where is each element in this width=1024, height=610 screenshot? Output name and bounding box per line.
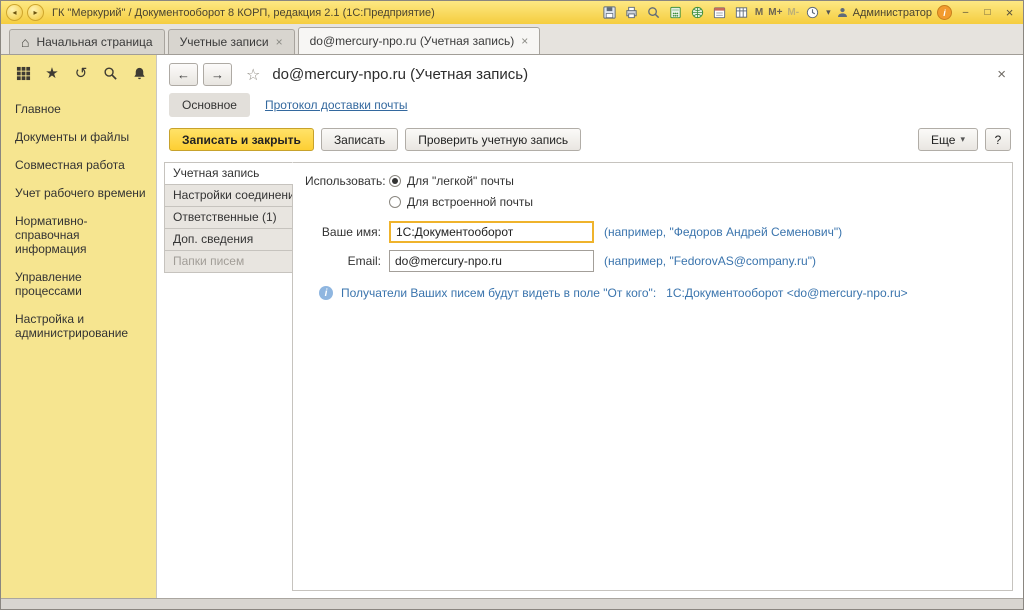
sidebar-toolbar: ★ ↺: [1, 55, 156, 91]
name-input[interactable]: [389, 221, 594, 243]
sidebar-item-collaboration[interactable]: Совместная работа: [15, 151, 146, 179]
memory-plus-button[interactable]: M+: [768, 7, 782, 18]
current-user-name: Администратор: [853, 7, 932, 19]
close-tab-icon[interactable]: ×: [276, 36, 283, 48]
save-button[interactable]: Записать: [321, 128, 398, 151]
save-icon[interactable]: [601, 4, 618, 21]
favorite-star-icon[interactable]: ☆: [246, 65, 260, 85]
sidebar-item-process-management[interactable]: Управление процессами: [15, 263, 146, 305]
chevron-down-icon: ▾: [960, 134, 965, 145]
tab-label: Начальная страница: [36, 35, 152, 49]
history-icon[interactable]: ↺: [72, 64, 90, 82]
title-bar: ◂ ▸ ГК "Меркурий" / Документооборот 8 КО…: [1, 1, 1023, 25]
check-account-button[interactable]: Проверить учетную запись: [405, 128, 581, 151]
close-window-button[interactable]: ×: [1001, 5, 1018, 20]
email-row: Email: (например, "FedorovAS@company.ru"…: [305, 250, 1000, 272]
status-bar: [1, 598, 1023, 609]
more-label: Еще: [931, 133, 955, 147]
radio-builtin-mail[interactable]: Для встроенной почты: [389, 195, 533, 209]
info-row: i Получатели Ваших писем будут видеть в …: [319, 286, 1000, 300]
memory-m-button[interactable]: M: [755, 7, 763, 18]
radio-label: Для "легкой" почты: [407, 174, 514, 188]
maximize-button[interactable]: □: [979, 5, 996, 20]
use-label: Использовать:: [305, 174, 381, 188]
info-text: Получатели Ваших писем будут видеть в по…: [341, 286, 656, 300]
memory-minus-button[interactable]: M-: [787, 7, 799, 18]
search-icon[interactable]: [101, 64, 119, 82]
sidebar-item-administration[interactable]: Настройка и администрирование: [15, 305, 146, 347]
link-mail-delivery-log[interactable]: Протокол доставки почты: [265, 98, 408, 112]
tab-label: Учетные записи: [180, 35, 269, 49]
titlebar-toolbar: M M+ M- ▾ Администратор i – □ ×: [601, 4, 1018, 21]
section-additional-info[interactable]: Доп. сведения: [164, 228, 293, 251]
use-row: Использовать: Для "легкой" почты Для вст…: [305, 174, 1000, 209]
form-tabs: Основное Протокол доставки почты: [157, 90, 1023, 124]
section-mail-folders: Папки писем: [164, 250, 293, 273]
use-options: Для "легкой" почты Для встроенной почты: [389, 174, 533, 209]
sidebar-item-main[interactable]: Главное: [15, 95, 146, 123]
email-hint: (например, "FedorovAS@company.ru"): [604, 254, 816, 268]
radio-icon: [389, 175, 401, 187]
minimize-button[interactable]: –: [957, 5, 974, 20]
sidebar-item-timekeeping[interactable]: Учет рабочего времени: [15, 179, 146, 207]
radio-light-mail[interactable]: Для "легкой" почты: [389, 174, 533, 188]
info-value: 1С:Документооборот <do@mercury-npo.ru>: [666, 286, 907, 300]
sidebar: ★ ↺ Главное Документы и файлы Совместная…: [1, 55, 156, 599]
name-hint: (например, "Федоров Андрей Семенович"): [604, 225, 842, 239]
window-menu-button[interactable]: ◂: [6, 4, 23, 21]
calculator-icon[interactable]: [667, 4, 684, 21]
radio-label: Для встроенной почты: [407, 195, 533, 209]
sidebar-item-reference-info[interactable]: Нормативно-справочная информация: [15, 207, 146, 263]
name-label: Ваше имя:: [305, 225, 381, 239]
find-icon[interactable]: [645, 4, 662, 21]
tab-account-detail[interactable]: do@mercury-npo.ru (Учетная запись) ×: [298, 27, 541, 54]
tab-accounts[interactable]: Учетные записи ×: [168, 29, 295, 54]
save-and-close-button[interactable]: Записать и закрыть: [169, 128, 314, 151]
more-button[interactable]: Еще ▾: [918, 128, 978, 151]
sidebar-item-documents[interactable]: Документы и файлы: [15, 123, 146, 151]
info-icon[interactable]: i: [937, 5, 952, 20]
main-area: ← → ☆ do@mercury-npo.ru (Учетная запись)…: [156, 55, 1023, 599]
timer-icon[interactable]: [804, 4, 821, 21]
back-button[interactable]: ←: [169, 63, 198, 86]
tab-strip: ⌂ Начальная страница Учетные записи × do…: [1, 24, 1023, 55]
sidebar-menu: Главное Документы и файлы Совместная раб…: [1, 91, 156, 347]
tab-start-page[interactable]: ⌂ Начальная страница: [9, 29, 165, 54]
close-form-icon[interactable]: ×: [997, 66, 1006, 83]
close-tab-icon[interactable]: ×: [521, 35, 528, 47]
timer-dropdown-icon[interactable]: ▾: [826, 7, 831, 18]
page-title: do@mercury-npo.ru (Учетная запись): [272, 66, 528, 83]
section-connection-settings[interactable]: Настройки соединения: [164, 184, 293, 207]
home-icon: ⌂: [21, 35, 29, 49]
globe-icon[interactable]: [689, 4, 706, 21]
service-menu-button[interactable]: ▸: [27, 4, 44, 21]
section-list: Учетная запись Настройки соединения Отве…: [164, 162, 293, 591]
page-header: ← → ☆ do@mercury-npo.ru (Учетная запись)…: [157, 55, 1023, 90]
section-responsible[interactable]: Ответственные (1): [164, 206, 293, 229]
name-row: Ваше имя: (например, "Федоров Андрей Сем…: [305, 221, 1000, 243]
favorites-star-icon[interactable]: ★: [43, 64, 61, 82]
notifications-bell-icon[interactable]: [130, 64, 148, 82]
form-panel: Использовать: Для "легкой" почты Для вст…: [292, 162, 1013, 591]
tab-main-section[interactable]: Основное: [169, 93, 250, 117]
tab-label: do@mercury-npo.ru (Учетная запись): [310, 34, 515, 48]
radio-icon: [389, 196, 401, 208]
user-icon: [836, 6, 849, 19]
work-area: Учетная запись Настройки соединения Отве…: [157, 160, 1023, 599]
menu-grid-icon[interactable]: [14, 64, 32, 82]
email-label: Email:: [305, 254, 381, 268]
window-title: ГК "Меркурий" / Документооборот 8 КОРП, …: [52, 7, 435, 19]
forward-button[interactable]: →: [203, 63, 232, 86]
current-user[interactable]: Администратор: [836, 6, 932, 19]
email-input[interactable]: [389, 250, 594, 272]
section-account[interactable]: Учетная запись: [164, 162, 293, 185]
table-icon[interactable]: [733, 4, 750, 21]
info-circle-icon: i: [319, 286, 333, 300]
print-icon[interactable]: [623, 4, 640, 21]
help-button[interactable]: ?: [985, 128, 1011, 151]
calendar-icon[interactable]: [711, 4, 728, 21]
command-bar: Записать и закрыть Записать Проверить уч…: [157, 124, 1023, 160]
